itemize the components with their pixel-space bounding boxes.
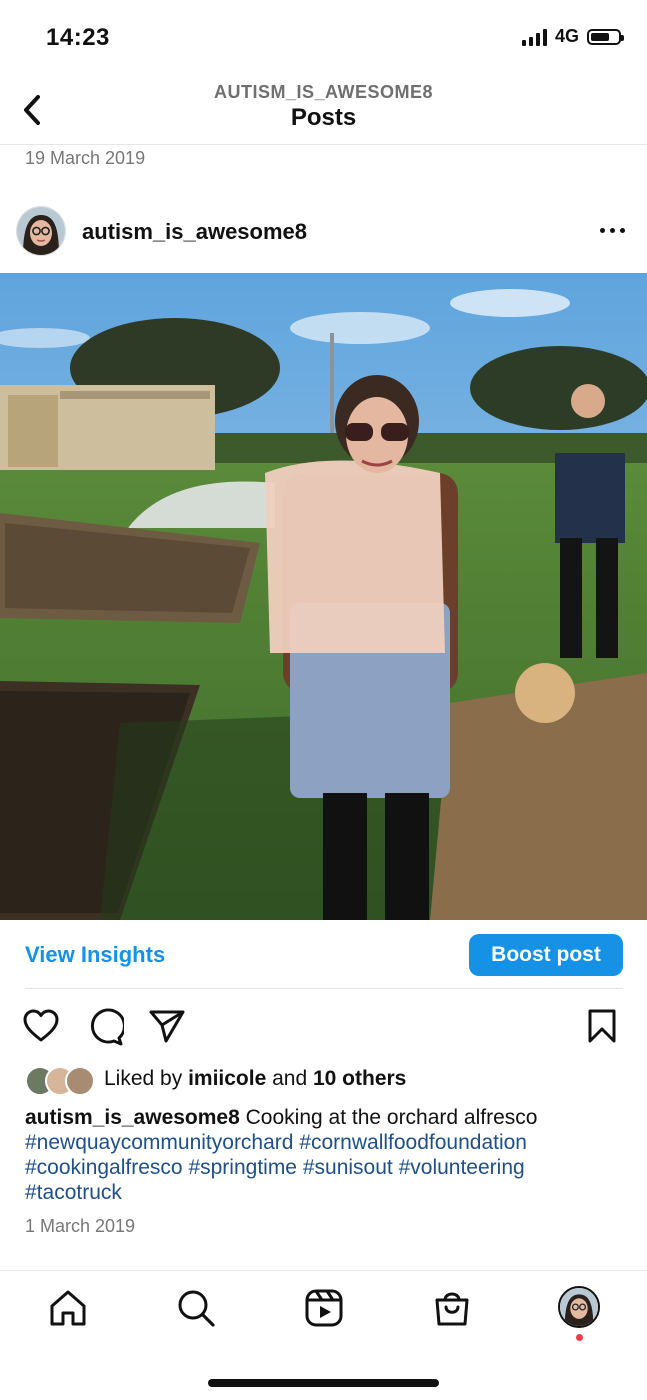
- bottom-nav-divider: [0, 1270, 647, 1271]
- signal-icon: [521, 28, 547, 46]
- avatar: [65, 1066, 95, 1096]
- battery-icon: [587, 28, 624, 45]
- status-indicators: 4G: [521, 26, 624, 47]
- header-divider: [0, 144, 647, 145]
- liked-by-avatars[interactable]: [25, 1066, 95, 1096]
- search-icon[interactable]: [176, 1288, 216, 1328]
- liker-username[interactable]: imiicole: [188, 1067, 266, 1090]
- network-type: 4G: [554, 26, 579, 46]
- comment-icon[interactable]: [86, 1008, 124, 1046]
- hashtag[interactable]: #volunteering: [399, 1156, 525, 1179]
- view-insights-link[interactable]: View Insights: [25, 942, 165, 968]
- post-username[interactable]: autism_is_awesome8: [82, 219, 307, 245]
- status-time: 14:23: [46, 24, 110, 51]
- hashtag[interactable]: #newquaycommunityorchard: [25, 1131, 293, 1154]
- likes-prefix: Liked by: [104, 1067, 189, 1090]
- post-caption: autism_is_awesome8 Cooking at the orchar…: [25, 1105, 625, 1205]
- home-icon[interactable]: [48, 1288, 88, 1328]
- garden-photo-image: [0, 273, 647, 920]
- hashtag[interactable]: #sunisout: [303, 1156, 393, 1179]
- reels-icon[interactable]: [304, 1288, 344, 1328]
- hashtag[interactable]: #cookingalfresco: [25, 1156, 183, 1179]
- home-indicator[interactable]: [208, 1379, 439, 1387]
- caption-text: Cooking at the orchard alfresco: [239, 1106, 538, 1129]
- avatar-image: [17, 207, 65, 255]
- heart-icon[interactable]: [22, 1008, 60, 1044]
- hashtag[interactable]: #tacotruck: [25, 1181, 122, 1204]
- profile-avatar[interactable]: [558, 1286, 600, 1328]
- header-username: AUTISM_IS_AWESOME8: [213, 82, 434, 102]
- post-date: 1 March 2019: [25, 1216, 136, 1236]
- send-icon[interactable]: [148, 1008, 186, 1044]
- likes-summary[interactable]: Liked by imiicole and 10 others: [104, 1067, 406, 1091]
- hashtag[interactable]: #springtime: [188, 1156, 297, 1179]
- previous-post-date: 19 March 2019: [25, 148, 146, 168]
- likes-middle: and: [266, 1067, 313, 1090]
- post-photo[interactable]: [0, 273, 647, 920]
- hashtag[interactable]: #cornwallfoodfoundation: [299, 1131, 527, 1154]
- more-horizontal-icon[interactable]: [600, 228, 625, 233]
- shop-icon[interactable]: [432, 1288, 472, 1328]
- notification-dot: [576, 1334, 583, 1341]
- page-title: Posts: [290, 104, 357, 131]
- avatar-image: [560, 1288, 598, 1326]
- actions-divider: [25, 988, 623, 989]
- avatar[interactable]: [16, 206, 66, 256]
- bookmark-icon[interactable]: [586, 1008, 618, 1044]
- boost-post-button[interactable]: Boost post: [469, 934, 623, 976]
- likes-others[interactable]: 10 others: [313, 1067, 406, 1090]
- caption-username[interactable]: autism_is_awesome8: [25, 1106, 240, 1129]
